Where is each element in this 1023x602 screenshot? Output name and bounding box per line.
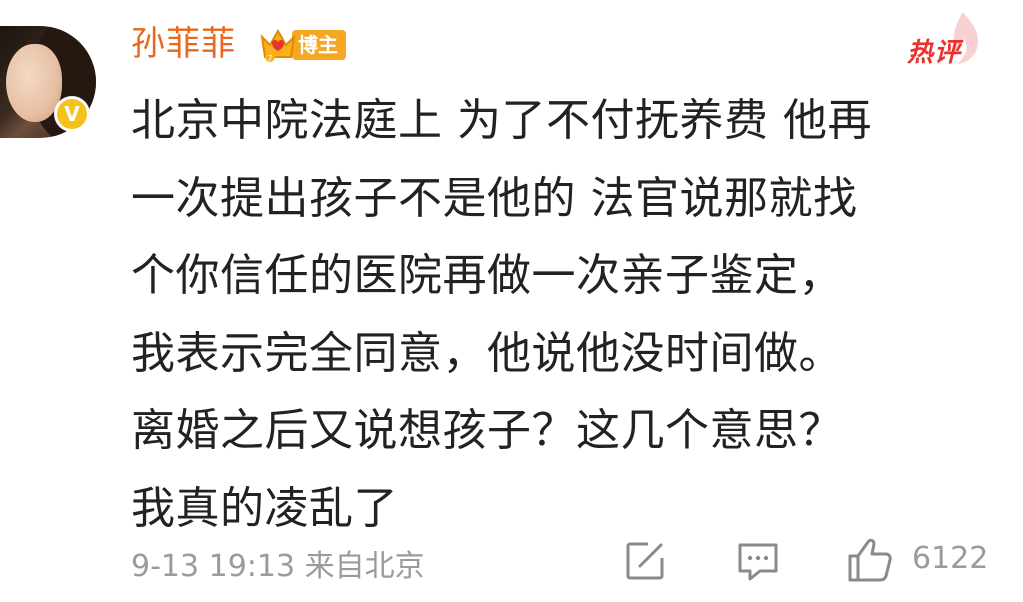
comment-text: 北京中院法庭上 为了不付抚养费 他再 一次提出孩子不是他的 法官说那就找 个你信… (131, 95, 872, 534)
blogger-badge[interactable]: 7 博主 (258, 26, 354, 64)
location-source: 来自北京 (304, 549, 425, 584)
share-edit-icon[interactable] (624, 540, 666, 582)
timestamp: 9-13 19:13 (131, 549, 296, 584)
username[interactable]: 孙菲菲 (131, 22, 236, 66)
svg-text:7: 7 (267, 54, 272, 63)
like-count: 6122 (912, 541, 989, 576)
hot-label: 热评 (907, 38, 962, 68)
thumbs-up-icon[interactable] (846, 536, 894, 584)
badge-label: 博主 (292, 30, 346, 60)
verified-v-icon: V (54, 96, 90, 132)
hot-comment-tag: 热评 (907, 10, 987, 70)
crown-badge-icon: 7 (258, 27, 298, 63)
comment-icon[interactable] (736, 540, 780, 582)
post-meta: 9-13 19:13 来自北京 (131, 541, 425, 585)
